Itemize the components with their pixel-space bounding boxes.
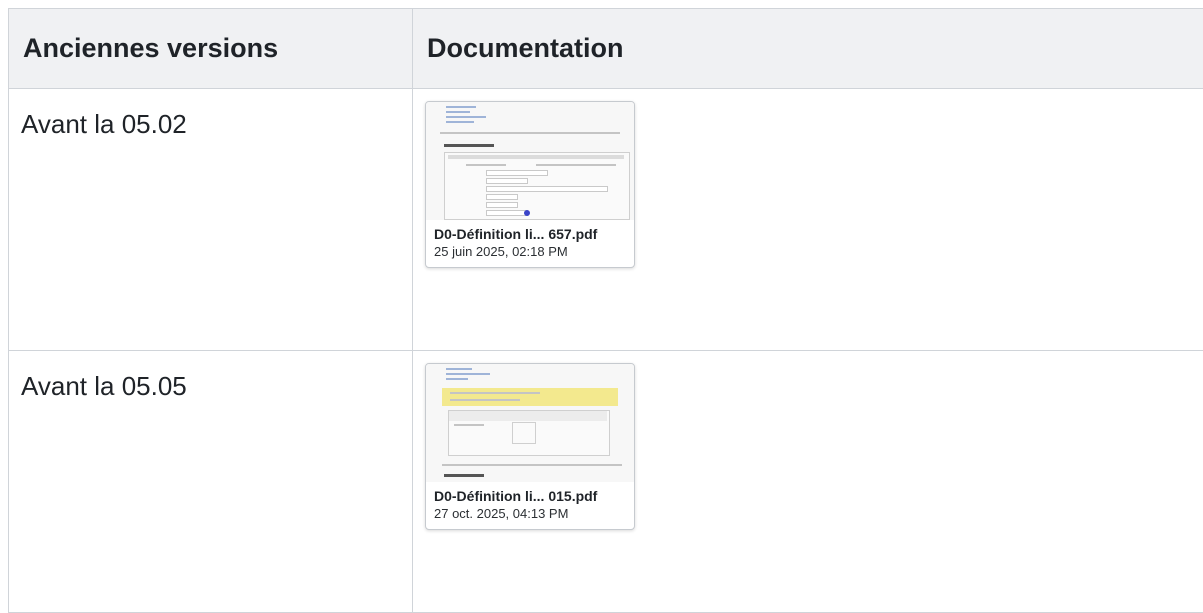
document-name[interactable]: D0-Définition li... 015.pdf bbox=[426, 482, 634, 504]
table-row: Avant la 05.02 bbox=[9, 89, 1203, 351]
column-header-documentation: Documentation bbox=[413, 9, 1203, 89]
versions-table: Anciennes versions Documentation Avant l… bbox=[8, 8, 1203, 613]
document-card[interactable]: D0-Définition li... 657.pdf 25 juin 2025… bbox=[425, 101, 635, 268]
pdf-thumbnail-icon[interactable] bbox=[426, 102, 634, 220]
documentation-cell: D0-Définition li... 657.pdf 25 juin 2025… bbox=[413, 89, 1203, 351]
document-name[interactable]: D0-Définition li... 657.pdf bbox=[426, 220, 634, 242]
column-header-old-versions: Anciennes versions bbox=[9, 9, 413, 89]
version-label: Avant la 05.05 bbox=[9, 351, 413, 613]
pdf-thumbnail-icon[interactable] bbox=[426, 364, 634, 482]
version-label: Avant la 05.02 bbox=[9, 89, 413, 351]
table-header-row: Anciennes versions Documentation bbox=[9, 9, 1203, 89]
documentation-cell: D0-Définition li... 015.pdf 27 oct. 2025… bbox=[413, 351, 1203, 613]
document-card[interactable]: D0-Définition li... 015.pdf 27 oct. 2025… bbox=[425, 363, 635, 530]
document-date: 27 oct. 2025, 04:13 PM bbox=[426, 504, 634, 529]
document-date: 25 juin 2025, 02:18 PM bbox=[426, 242, 634, 267]
table-row: Avant la 05.05 bbox=[9, 351, 1203, 613]
